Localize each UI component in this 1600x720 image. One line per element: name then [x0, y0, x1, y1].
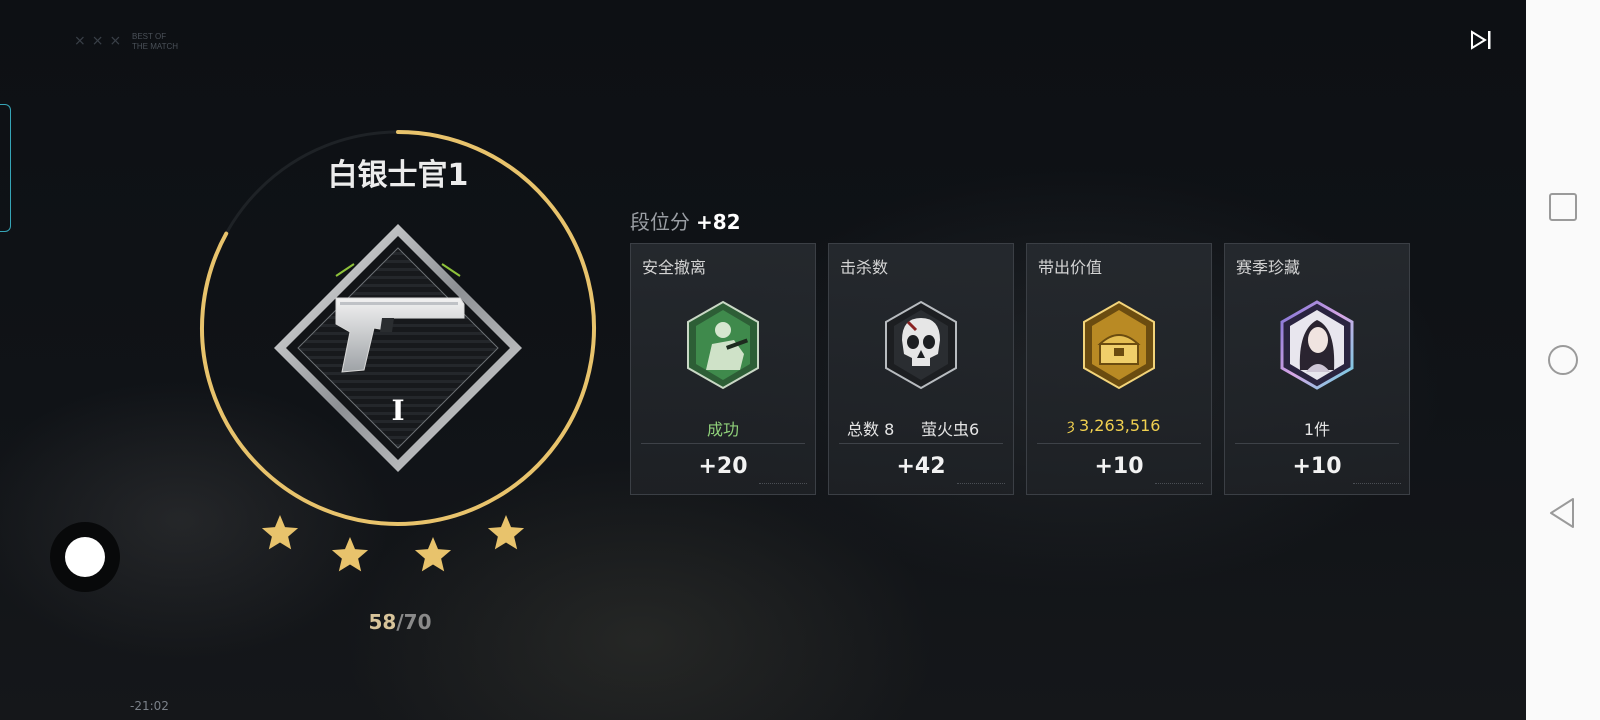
- rank-points-value: +82: [696, 210, 741, 234]
- kills-total: 总数 8: [847, 420, 895, 439]
- rank-points-header: 段位分 +82: [630, 206, 741, 235]
- card-decoration: [957, 483, 1005, 486]
- card-extracted-value: 带出价值 ȝ 3,263,516 +10: [1026, 243, 1212, 495]
- star-icon: [261, 515, 299, 550]
- card-decoration: [759, 483, 807, 486]
- side-edge-tab[interactable]: [0, 104, 11, 232]
- card-title: 击杀数: [840, 258, 889, 277]
- card-score: +10: [1292, 454, 1342, 479]
- rank-score-max: 70: [403, 610, 432, 634]
- card-score: +20: [698, 454, 748, 479]
- card-title: 赛季珍藏: [1236, 258, 1301, 277]
- card-title: 安全撤离: [642, 258, 707, 277]
- card-divider: [641, 443, 805, 444]
- treasure-badge-icon: [1083, 300, 1155, 390]
- card-score: +42: [896, 454, 946, 479]
- kills-firefly: 萤火虫6: [921, 420, 980, 439]
- rank-score-current: 58: [368, 610, 397, 634]
- card-kills: 击杀数 总数 8 萤火虫6 +42: [828, 243, 1014, 495]
- svg-text:I: I: [391, 394, 404, 427]
- android-navigation-bar: [1526, 0, 1600, 720]
- soldier-badge-icon: [687, 300, 759, 390]
- logo-text: BEST OF THE MATCH: [132, 32, 178, 52]
- star-icon: [487, 515, 525, 550]
- rank-score-separator: /: [396, 610, 404, 634]
- assistive-touch-dot: [65, 537, 105, 577]
- rank-stars: [261, 515, 525, 572]
- skull-badge-icon: [885, 300, 957, 390]
- triangle-back-icon[interactable]: [1546, 496, 1580, 530]
- card-divider: [1037, 443, 1201, 444]
- card-score: +10: [1094, 454, 1144, 479]
- card-value: 成功: [706, 420, 739, 439]
- rank-score: 58/70: [340, 610, 460, 634]
- card-divider: [1235, 443, 1399, 444]
- game-screen: ⨯⨯⨯ BEST OF THE MATCH 白银士官1 I 58/70 段位分 …: [0, 0, 1526, 720]
- skip-forward-icon[interactable]: [1468, 26, 1496, 54]
- match-time: -21:02: [130, 699, 169, 713]
- logo-line-2: THE MATCH: [132, 42, 179, 51]
- circle-home-icon[interactable]: [1546, 343, 1580, 377]
- square-recent-apps-icon[interactable]: [1546, 190, 1580, 224]
- logo-line-1: BEST OF: [132, 32, 167, 41]
- pistol-rank-badge-icon: I: [274, 224, 522, 472]
- card-title: 带出价值: [1038, 258, 1103, 277]
- card-safe-extraction: 安全撤离 成功 +20: [630, 243, 816, 495]
- assistive-touch-button[interactable]: [50, 522, 120, 592]
- card-value: 1件: [1303, 420, 1331, 439]
- card-season-collection: 赛季珍藏 1件 +10: [1224, 243, 1410, 495]
- card-value-text: 3,263,516: [1079, 416, 1161, 435]
- coin-icon: ȝ: [1067, 416, 1075, 434]
- star-icon: [414, 537, 452, 572]
- star-icon: [331, 537, 369, 572]
- logo-marks-icon: ⨯⨯⨯: [74, 33, 128, 49]
- rank-title: 白银士官1: [327, 158, 469, 193]
- card-divider: [839, 443, 1003, 444]
- portrait-badge-icon: [1280, 300, 1354, 390]
- rank-points-label: 段位分: [630, 210, 690, 234]
- card-decoration: [1155, 483, 1203, 486]
- card-decoration: [1353, 483, 1401, 486]
- best-of-match-logo: ⨯⨯⨯ BEST OF THE MATCH: [74, 30, 204, 56]
